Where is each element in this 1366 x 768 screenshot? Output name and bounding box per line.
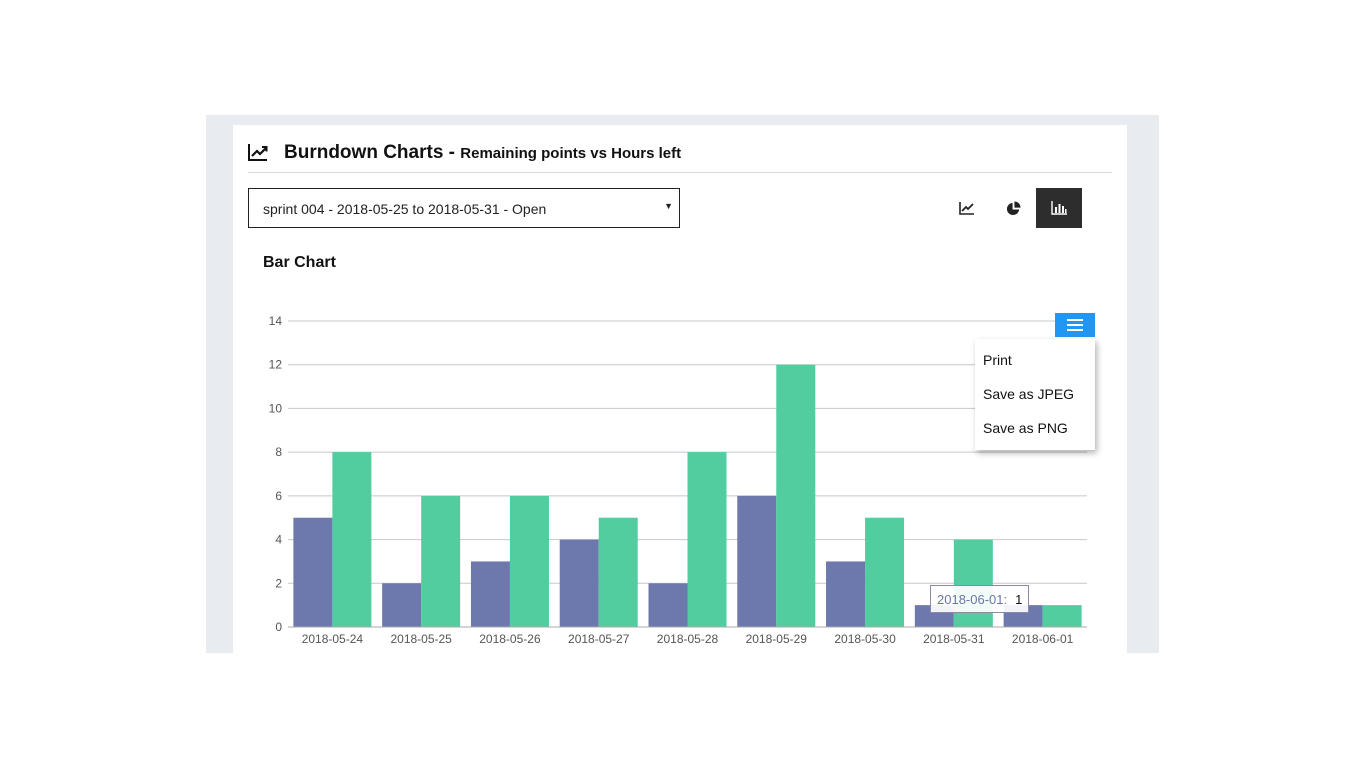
export-menu: Print Save as JPEG Save as PNG xyxy=(975,339,1095,450)
x-tick-label: 2018-05-25 xyxy=(390,632,452,646)
y-tick-label: 2 xyxy=(275,576,282,590)
page-subtitle: Remaining points vs Hours left xyxy=(460,145,682,162)
x-tick-label: 2018-05-26 xyxy=(479,632,541,646)
y-tick-label: 10 xyxy=(269,401,283,415)
bar xyxy=(953,539,993,627)
bar-chart-icon xyxy=(1051,201,1067,215)
bar xyxy=(648,583,688,627)
chart-heading: Bar Chart xyxy=(263,254,336,271)
bar xyxy=(509,495,549,627)
trend-line-icon xyxy=(248,144,268,161)
menu-item-print[interactable]: Print xyxy=(983,352,1012,368)
hamburger-menu-icon xyxy=(1067,319,1083,331)
tooltip-value: 1 xyxy=(1015,591,1023,607)
bar xyxy=(687,452,727,627)
y-tick-label: 8 xyxy=(275,445,282,459)
bar xyxy=(776,364,816,627)
bar xyxy=(332,452,372,627)
page-title: Burndown Charts - Remaining points vs Ho… xyxy=(284,142,681,164)
y-tick-label: 6 xyxy=(275,489,282,503)
bar xyxy=(865,517,905,627)
title-text: Burndown Charts - xyxy=(284,142,461,163)
x-tick-label: 2018-05-29 xyxy=(746,632,808,646)
x-tick-label: 2018-05-28 xyxy=(657,632,719,646)
bar xyxy=(826,561,866,627)
y-tick-label: 0 xyxy=(275,620,282,634)
menu-item-save-png[interactable]: Save as PNG xyxy=(983,420,1068,436)
bar xyxy=(421,495,461,627)
bar xyxy=(559,539,599,627)
chart-tooltip: 2018-06-01: 1 xyxy=(930,585,1030,613)
bar xyxy=(1042,605,1082,627)
bar xyxy=(382,583,422,627)
pie-chart-button[interactable] xyxy=(990,188,1036,228)
pie-chart-icon xyxy=(1006,200,1021,215)
bar xyxy=(737,495,777,627)
panel-header: Burndown Charts - Remaining points vs Ho… xyxy=(248,138,1112,173)
line-chart-button[interactable] xyxy=(944,188,990,228)
y-tick-label: 4 xyxy=(275,533,282,547)
bar xyxy=(470,561,510,627)
bar-chart-button[interactable] xyxy=(1036,188,1082,228)
menu-item-save-jpeg[interactable]: Save as JPEG xyxy=(983,386,1074,402)
tooltip-label: 2018-06-01: xyxy=(937,591,1008,607)
x-tick-label: 2018-05-24 xyxy=(302,632,364,646)
line-chart-icon xyxy=(959,202,974,215)
bar xyxy=(293,517,333,627)
x-tick-label: 2018-06-01 xyxy=(1012,632,1074,646)
x-tick-label: 2018-05-30 xyxy=(834,632,896,646)
y-tick-label: 14 xyxy=(269,314,283,328)
sprint-select-value: sprint 004 - 2018-05-25 to 2018-05-31 - … xyxy=(263,201,547,217)
sprint-select[interactable]: sprint 004 - 2018-05-25 to 2018-05-31 - … xyxy=(248,188,680,228)
chevron-down-icon: ▼ xyxy=(664,201,673,211)
x-tick-label: 2018-05-31 xyxy=(923,632,985,646)
bar xyxy=(598,517,638,627)
y-tick-label: 12 xyxy=(269,358,283,372)
x-tick-label: 2018-05-27 xyxy=(568,632,630,646)
export-menu-button[interactable] xyxy=(1055,313,1095,337)
